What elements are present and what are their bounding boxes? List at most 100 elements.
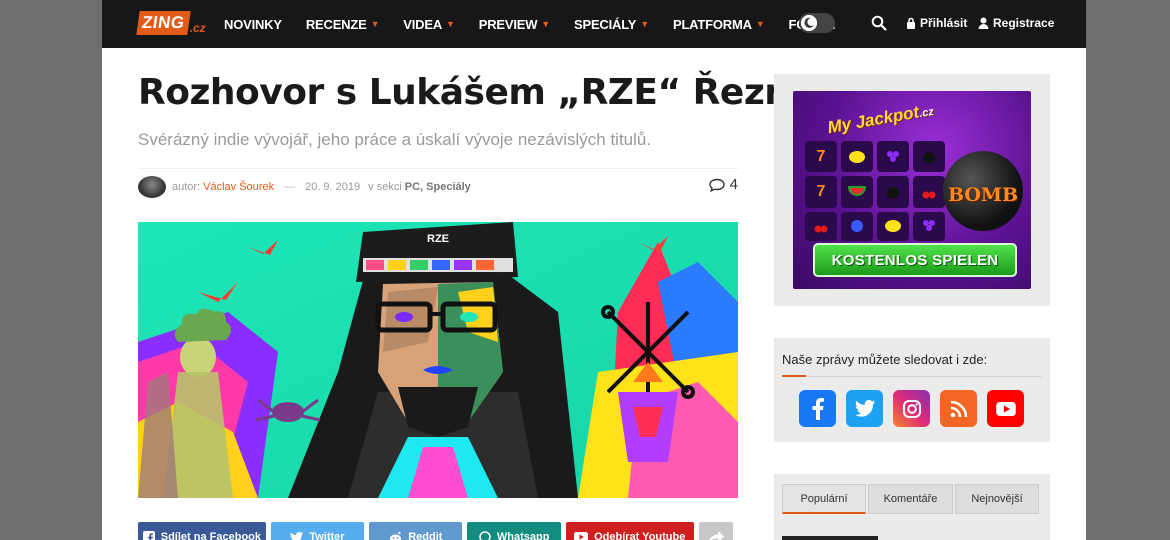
author-link[interactable]: Václav Šourek	[203, 181, 274, 193]
share-label: Reddit	[408, 531, 443, 540]
ad-slot-grid: 7 7	[805, 141, 945, 241]
twitter-icon	[854, 400, 875, 417]
search-icon[interactable]	[871, 15, 887, 31]
follow-widget: Naše zprávy můžete sledovat i zde:	[774, 338, 1050, 442]
ad-brand: My Jackpot.cz	[826, 100, 935, 138]
twitter-link[interactable]	[846, 390, 883, 427]
slot-watermelon-icon	[841, 176, 873, 208]
article-date: 20. 9. 2019	[305, 181, 361, 193]
popular-tabs: Populární Komentáře Nejnovější	[782, 484, 1041, 514]
nav-label: RECENZE	[305, 16, 367, 32]
ad-brand-suffix: .cz	[918, 105, 935, 121]
more-share-button[interactable]	[698, 522, 733, 540]
youtube-icon	[995, 401, 1016, 416]
nav-item-recenze[interactable]: RECENZE ▼	[305, 16, 380, 32]
nav-label: PREVIEW	[478, 16, 538, 32]
comment-count: 4	[729, 176, 738, 193]
main-content: Rozhovor s Lukášem „RZE“ Řezníčkem Svérá…	[102, 48, 1086, 540]
nav-item-platforma[interactable]: PLATFORMA ▼	[673, 17, 765, 32]
share-bar: Sdílet na Facebook Twitter Reddit Whatsa…	[138, 522, 738, 540]
share-reddit-button[interactable]: Reddit	[369, 522, 463, 540]
social-links	[799, 390, 1034, 427]
share-icon	[708, 530, 724, 540]
article-title: Rozhovor s Lukášem „RZE“ Řezníčkem	[138, 72, 906, 113]
rss-icon	[950, 400, 967, 417]
share-label: Odebírat Youtube	[594, 531, 686, 540]
facebook-icon	[812, 397, 824, 420]
popular-item-thumbnail[interactable]	[782, 536, 878, 540]
comments-link[interactable]: 4	[708, 176, 738, 193]
ad-bomb-text: BOMB	[947, 184, 1019, 206]
chevron-down-icon: ▼	[446, 19, 455, 29]
logo-suffix: .cz	[189, 21, 206, 35]
tab-popularni[interactable]: Populární	[782, 484, 866, 514]
author-prefix: autor:	[172, 181, 201, 193]
author-avatar[interactable]	[138, 176, 166, 198]
slot-seven-icon: 7	[805, 176, 837, 208]
instagram-link[interactable]	[893, 390, 930, 427]
nav-label: NOVINKY	[224, 16, 282, 32]
rss-link[interactable]	[940, 390, 977, 427]
divider-accent	[782, 375, 806, 377]
nav-label: PLATFORMA	[672, 16, 752, 32]
slot-plum-icon	[841, 211, 873, 241]
whatsapp-icon	[479, 531, 491, 540]
slot-lemon-icon	[877, 211, 909, 241]
nav-item-preview[interactable]: PREVIEW ▼	[479, 17, 550, 32]
register-link[interactable]: Registrace	[978, 16, 1054, 30]
share-twitter-button[interactable]: Twitter	[270, 522, 365, 540]
slot-bomb-icon	[913, 141, 945, 173]
divider	[138, 168, 738, 169]
slot-grapes-icon	[877, 141, 909, 173]
reddit-icon	[390, 531, 402, 540]
tab-nejnovejsi[interactable]: Nejnovější	[955, 484, 1039, 514]
nav-item-videa[interactable]: VIDEA ▼	[403, 16, 455, 32]
dark-mode-toggle[interactable]	[799, 13, 835, 33]
nav-label: SPECIÁLY	[574, 16, 637, 32]
main-nav: NOVINKY RECENZE ▼ VIDEA ▼ PREVIEW ▼ SPECIÁL…	[224, 0, 859, 48]
ad-banner[interactable]: My Jackpot.cz 7 7 BOMB KOSTENLOS SPIELEN	[793, 91, 1031, 289]
login-label: Přihlásit	[920, 16, 968, 30]
nav-label: VIDEA	[403, 16, 443, 32]
ad-brand-name: My Jackpot	[826, 102, 921, 138]
share-label: Twitter	[309, 531, 345, 540]
article-meta: autor: Václav Šourek — 20. 9. 2019 v sek…	[138, 176, 738, 198]
follow-title: Naše zprávy můžete sledovat i zde:	[782, 352, 988, 367]
ad-cta-button[interactable]: KOSTENLOS SPIELEN	[813, 243, 1017, 277]
meta-separator: —	[284, 181, 296, 193]
user-icon	[978, 17, 989, 29]
tab-komentare[interactable]: Komentáře	[868, 484, 953, 514]
register-label: Registrace	[993, 16, 1055, 30]
slot-cherry-icon	[805, 211, 837, 241]
share-label: Sdílet na Facebook	[160, 531, 261, 540]
youtube-link[interactable]	[987, 390, 1024, 427]
section-prefix: v sekci	[368, 181, 402, 193]
divider	[782, 376, 1042, 377]
slot-seven-icon: 7	[805, 141, 837, 173]
login-link[interactable]: Přihlásit	[906, 16, 967, 30]
ad-container: My Jackpot.cz 7 7 BOMB KOSTENLOS SPIELEN	[774, 74, 1050, 306]
subscribe-youtube-button[interactable]: Odebírat Youtube	[565, 522, 694, 540]
share-facebook-button[interactable]: Sdílet na Facebook	[138, 522, 266, 540]
site-logo[interactable]: ZING .cz	[136, 9, 206, 35]
slot-lemon-icon	[841, 141, 873, 173]
popular-widget: Populární Komentáře Nejnovější	[774, 474, 1050, 540]
facebook-link[interactable]	[799, 390, 836, 427]
article-subtitle: Svérázný indie vývojář, jeho práce a úsk…	[138, 130, 652, 149]
instagram-icon	[902, 399, 921, 418]
section-links[interactable]: PC, Speciály	[405, 181, 471, 193]
hero-image: RZE	[138, 222, 738, 498]
lock-icon	[907, 17, 915, 29]
share-whatsapp-button[interactable]: Whatsapp	[467, 522, 561, 540]
facebook-icon	[142, 531, 155, 540]
site-header: ZING .cz NOVINKY RECENZE ▼ VIDEA ▼ PREVIEW…	[102, 0, 1086, 48]
nav-item-specialy[interactable]: SPECIÁLY ▼	[574, 17, 649, 32]
nav-item-novinky[interactable]: NOVINKY	[224, 17, 282, 32]
chevron-down-icon: ▼	[755, 19, 765, 29]
slot-cherry-icon	[913, 176, 945, 208]
chevron-down-icon: ▼	[640, 19, 649, 29]
slot-grapes-icon	[913, 211, 945, 241]
chevron-down-icon: ▼	[541, 19, 551, 29]
hat-text: RZE	[427, 233, 449, 245]
moon-icon	[801, 15, 817, 31]
